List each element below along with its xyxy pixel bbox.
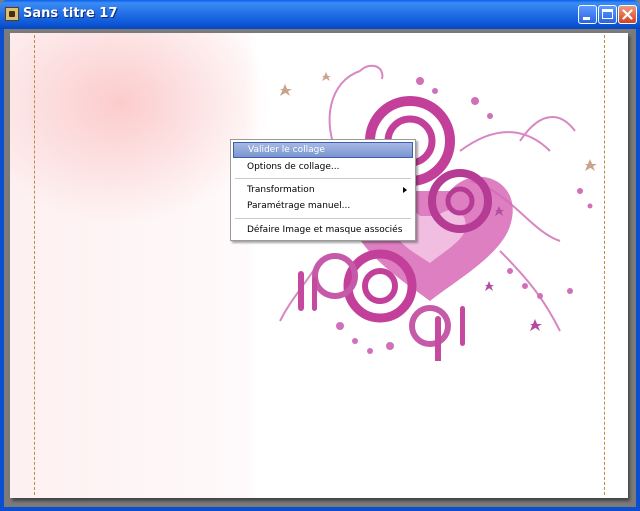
maximize-button[interactable] — [598, 5, 617, 24]
menu-item-label: Transformation — [247, 185, 315, 195]
menu-item-paste-options[interactable]: Options de collage... — [233, 159, 413, 175]
menu-separator — [235, 218, 411, 219]
app-document-icon[interactable] — [5, 7, 19, 21]
submenu-arrow-icon — [403, 187, 407, 193]
menu-item-validate-paste[interactable]: Valider le collage — [233, 142, 413, 158]
menu-item-label: Défaire Image et masque associés — [247, 225, 403, 235]
title-bar[interactable]: Sans titre 17 — [0, 0, 640, 29]
menu-item-label: Options de collage... — [247, 162, 340, 172]
menu-item-label: Valider le collage — [248, 145, 325, 155]
context-menu: Valider le collage Options de collage...… — [230, 139, 416, 241]
menu-item-manual-settings[interactable]: Paramétrage manuel... — [233, 198, 413, 214]
image-canvas[interactable] — [10, 33, 628, 498]
menu-item-transformation[interactable]: Transformation — [233, 182, 413, 198]
menu-item-label: Paramétrage manuel... — [247, 201, 351, 211]
menu-item-undo-image-mask[interactable]: Défaire Image et masque associés — [233, 222, 413, 238]
window-title: Sans titre 17 — [23, 6, 118, 21]
close-button[interactable] — [618, 5, 637, 24]
minimize-button[interactable] — [578, 5, 597, 24]
menu-separator — [235, 178, 411, 179]
close-icon — [622, 9, 633, 20]
